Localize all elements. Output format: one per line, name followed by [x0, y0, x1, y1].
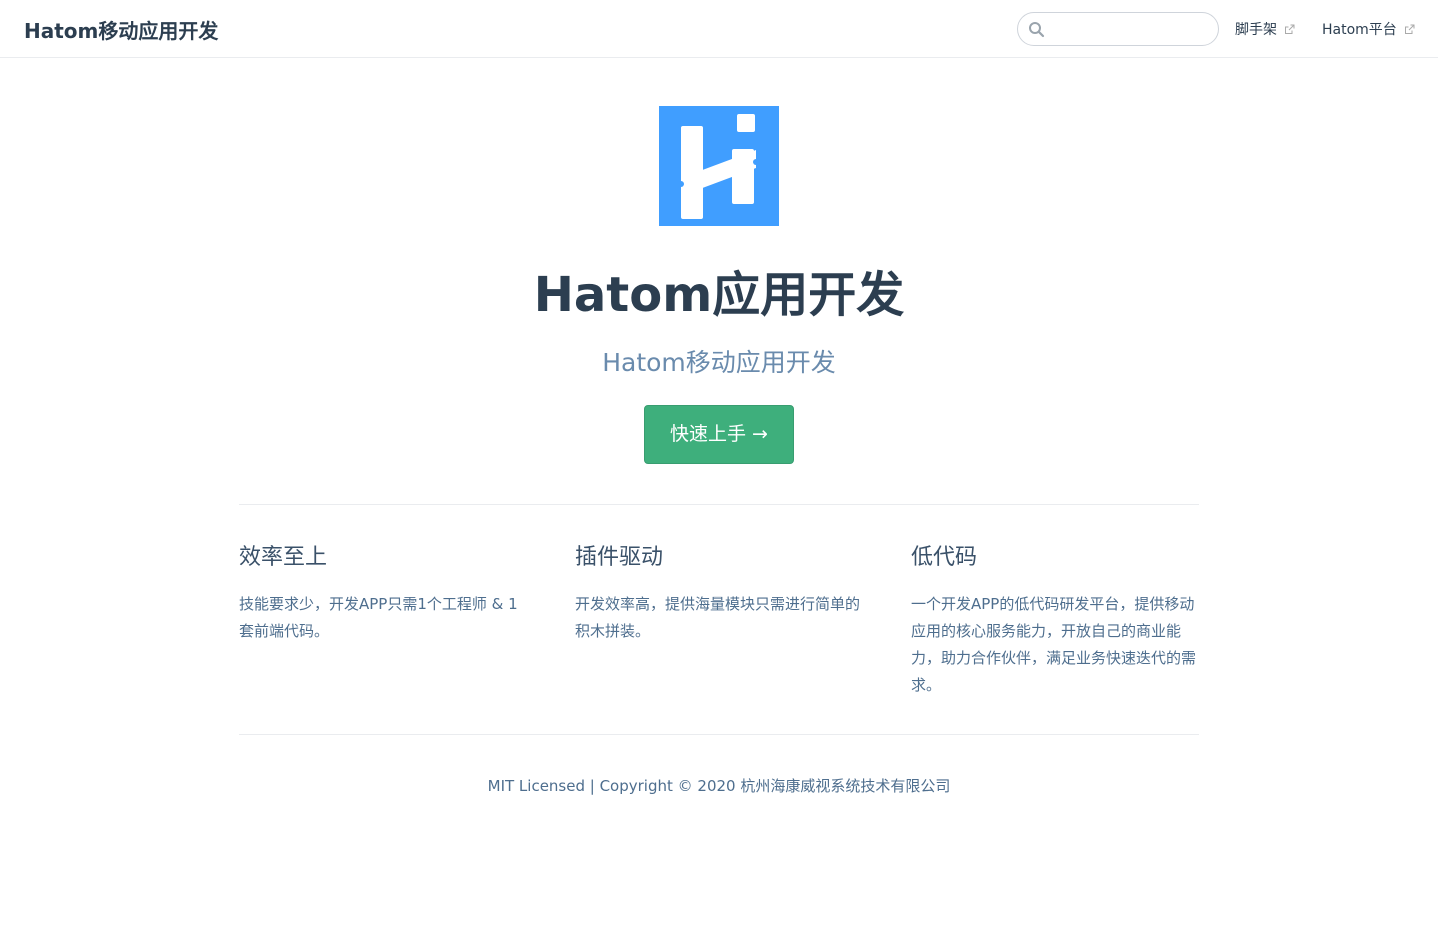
- hatom-logo-icon: [659, 106, 779, 226]
- feature-details: 技能要求少，开发APP只需1个工程师 & 1套前端代码。: [239, 595, 518, 640]
- external-link-icon: [1285, 24, 1295, 34]
- external-link-icon: [1404, 24, 1415, 34]
- feature-title: 低代码: [911, 545, 978, 570]
- feature-plugins: 插件驱动 开发效率高，提供海量模块只需进行简单的积木拼装。: [575, 542, 865, 645]
- site-name-link[interactable]: Hatom移动应用开发: [24, 15, 218, 44]
- nav-link-label: Hatom平台: [1322, 22, 1397, 38]
- get-started-button[interactable]: 快速上手 →: [644, 405, 794, 464]
- footer-text: MIT Licensed | Copyright © 2020 杭州海康威视系统…: [487, 777, 951, 795]
- divider-top: [239, 504, 1199, 505]
- feature-efficiency: 效率至上 技能要求少，开发APP只需1个工程师 & 1套前端代码。: [239, 542, 529, 645]
- feature-details: 一个开发APP的低代码研发平台，提供移动应用的核心服务能力，开放自己的商业能力，…: [911, 595, 1197, 694]
- nav-link-label: 脚手架: [1235, 22, 1277, 38]
- divider-bottom: [239, 734, 1199, 735]
- search-icon: [1029, 22, 1045, 38]
- navbar: Hatom移动应用开发 脚手架 Hatom平台: [0, 0, 1438, 58]
- feature-low-code: 低代码 一个开发APP的低代码研发平台，提供移动应用的核心服务能力，开放自己的商…: [911, 542, 1201, 699]
- search-box[interactable]: [1017, 12, 1219, 46]
- feature-title: 插件驱动: [575, 545, 664, 570]
- nav-link-hatom-platform[interactable]: Hatom平台: [1322, 19, 1415, 39]
- search-input[interactable]: [1052, 17, 1212, 41]
- hero-description: Hatom移动应用开发: [602, 348, 836, 377]
- nav-link-scaffold[interactable]: 脚手架: [1235, 19, 1295, 39]
- feature-title: 效率至上: [239, 545, 328, 570]
- feature-details: 开发效率高，提供海量模块只需进行简单的积木拼装。: [575, 595, 861, 640]
- hero-title: Hatom应用开发: [533, 267, 905, 323]
